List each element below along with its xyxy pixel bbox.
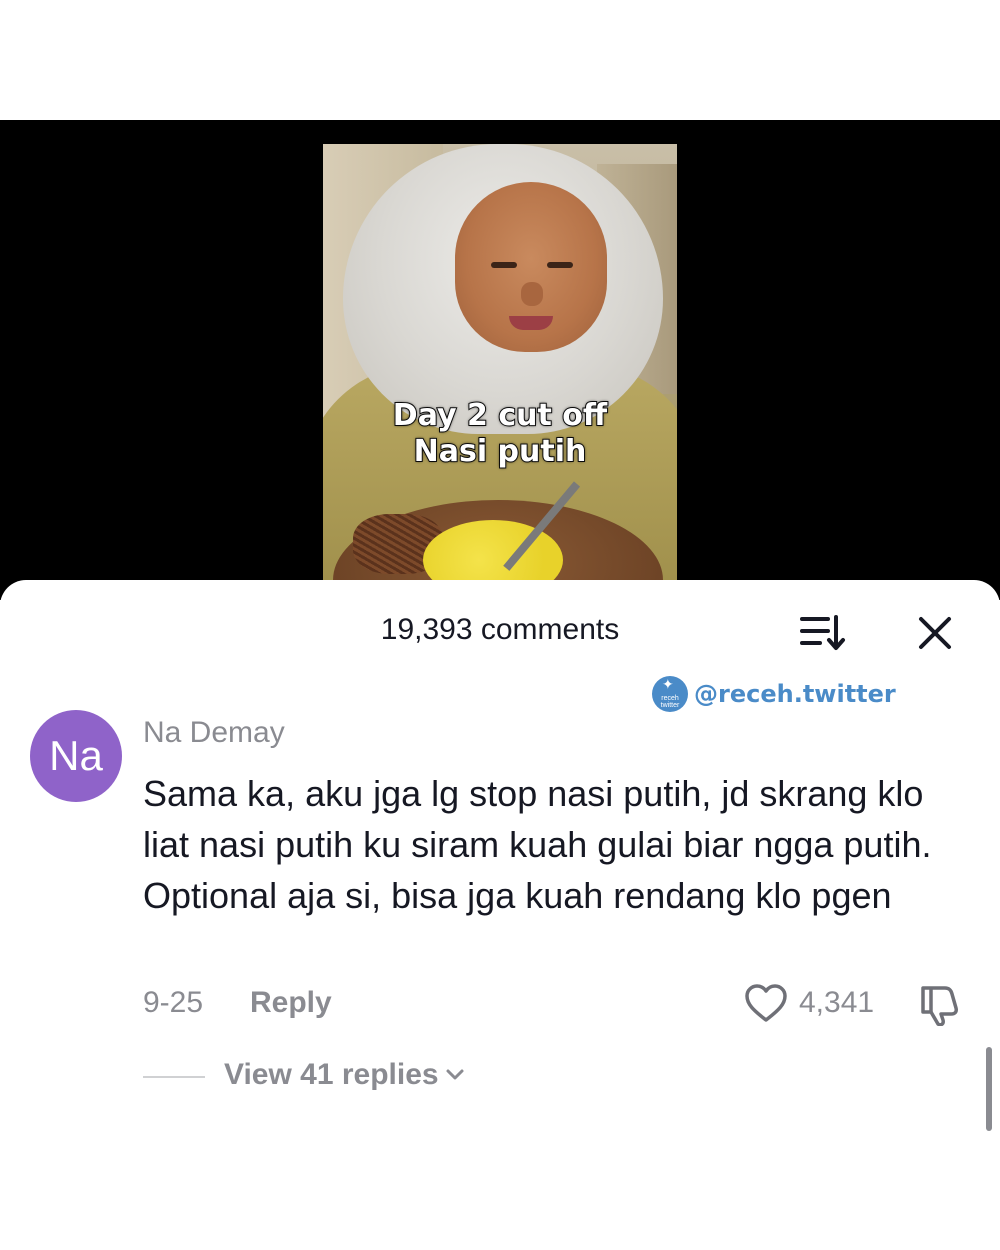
nose: [521, 282, 543, 306]
watermark-handle: @receh.twitter: [694, 680, 896, 708]
bird-icon: ✦: [662, 676, 674, 692]
eye: [547, 262, 573, 268]
sort-icon[interactable]: [798, 613, 846, 653]
comment-date: 9-25: [143, 986, 204, 1019]
mouth: [509, 316, 553, 330]
video-frame[interactable]: Day 2 cut off Nasi putih: [323, 144, 677, 600]
comments-count: 19,393 comments: [380, 613, 620, 646]
heart-icon[interactable]: [743, 982, 789, 1024]
receh-twitter-logo: ✦ receh twitter: [652, 676, 688, 712]
top-spacer: [0, 0, 1000, 120]
replies-divider: [143, 1076, 205, 1078]
person-hijab: [343, 144, 663, 434]
comments-sheet: 19,393 comments ✦ receh twitter @receh.t…: [0, 580, 1000, 1250]
dislike-icon[interactable]: [915, 982, 961, 1026]
video-player[interactable]: Day 2 cut off Nasi putih: [0, 120, 1000, 600]
reply-button[interactable]: Reply: [250, 986, 332, 1020]
avatar[interactable]: Na: [30, 710, 122, 802]
person-face: [455, 182, 607, 352]
chevron-down-icon: [446, 1069, 464, 1080]
video-caption-line2: Nasi putih: [413, 433, 588, 470]
like-count: 4,341: [799, 986, 875, 1019]
avatar-initials: Na: [49, 732, 103, 779]
logo-text: receh twitter: [660, 695, 680, 709]
view-replies-label: View 41 replies: [224, 1058, 439, 1091]
close-icon[interactable]: [915, 613, 955, 653]
comment-username[interactable]: Na Demay: [143, 716, 285, 750]
scrollbar[interactable]: [986, 1047, 992, 1131]
watermark: ✦ receh twitter @receh.twitter: [652, 676, 896, 712]
eye: [491, 262, 517, 268]
comment-text: Sama ka, aku jga lg stop nasi putih, jd …: [143, 773, 932, 916]
view-replies-button[interactable]: View 41 replies: [224, 1058, 465, 1092]
video-caption-line1: Day 2 cut off: [392, 397, 608, 434]
